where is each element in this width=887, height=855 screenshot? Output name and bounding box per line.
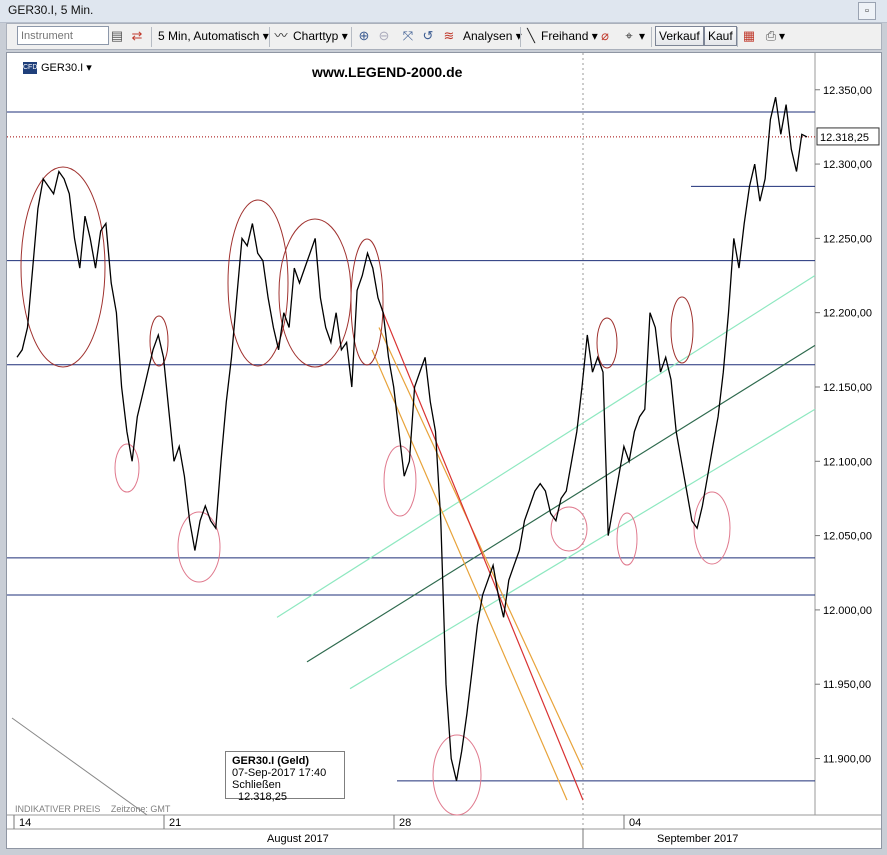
footer-note: INDIKATIVER PREIS Zeitzone: GMT — [15, 804, 178, 814]
x-tick-label: 21 — [169, 817, 181, 829]
highlight-circle — [670, 296, 694, 364]
freehand-dropdown[interactable]: Freihand ▾ — [541, 27, 598, 46]
x-axis: 14 21 28 04 August 2017 September 2017 — [13, 815, 738, 848]
instrument-name: GER30.I — [41, 62, 84, 74]
toolbar-separator — [737, 27, 738, 47]
instrument-list-icon[interactable]: ▤ — [109, 28, 125, 44]
infobox-close-value: 12.318,25 — [238, 791, 287, 803]
interval-label: 5 Min, Automatisch — [158, 29, 260, 43]
y-tick-label: 11.900,00 — [823, 754, 871, 766]
highlight-circle — [596, 317, 618, 369]
y-tick-label: 12.350,00 — [823, 85, 872, 97]
gray-trend-line — [11, 717, 148, 816]
y-tick-label: 12.200,00 — [823, 308, 872, 320]
y-tick-label: 11.950,00 — [823, 679, 871, 691]
instrument-input[interactable] — [17, 26, 109, 45]
y-tick-label: 12.250,00 — [823, 233, 872, 245]
analysis-label: Analysen — [463, 29, 513, 43]
infobox-title: GER30.I (Geld) — [232, 755, 310, 767]
crosshair-icon[interactable]: ⌖ — [621, 28, 637, 44]
price-chart[interactable]: 12.350,00 12.300,00 12.250,00 12.200,00 12.1… — [7, 53, 882, 849]
zoom-in-icon[interactable]: ⊕ — [356, 28, 372, 44]
freehand-line-icon: ╲ — [527, 28, 535, 43]
buy-button[interactable]: Kauf — [704, 26, 737, 46]
reset-icon[interactable]: ↺ — [420, 28, 436, 44]
fan-line-outer — [378, 327, 584, 770]
y-tick-label: 12.050,00 — [823, 531, 872, 543]
toolbar-separator — [151, 27, 152, 47]
line-chart-icon: 〰 — [274, 28, 288, 43]
charttype-dropdown[interactable]: Charttyp ▾ — [293, 27, 348, 46]
last-price-tag-label: 12.318,25 — [820, 132, 869, 144]
x-tick-label: 14 — [19, 817, 31, 829]
toolbar-separator — [351, 27, 352, 47]
highlight-circle — [693, 491, 731, 565]
highlight-circle — [177, 511, 221, 583]
price-infobox: GER30.I (Geld) 07-Sep-2017 17:40 Schließ… — [225, 751, 345, 803]
channel-lower — [349, 408, 816, 690]
toolbar-separator — [269, 27, 270, 47]
crosshair-dropdown[interactable]: ▾ — [639, 27, 645, 46]
x-group-label: August 2017 — [267, 833, 329, 845]
analysis-icon: ≋ — [443, 28, 455, 43]
channel-middle — [306, 344, 816, 663]
y-tick-label: 12.000,00 — [823, 605, 872, 617]
charttype-label: Charttyp — [293, 29, 339, 43]
chart-image-icon[interactable]: ▦ — [741, 28, 757, 44]
highlight-circles — [20, 166, 731, 816]
infobox-datetime: 07-Sep-2017 17:40 — [232, 767, 327, 779]
compare-icon[interactable]: ⇄ — [129, 28, 145, 44]
fan-line-inner — [371, 349, 568, 801]
analysis-dropdown[interactable]: Analysen ▾ — [463, 27, 522, 46]
zoom-out-icon[interactable]: ⊖ — [376, 28, 392, 44]
infobox-close-label: Schließen — [232, 779, 281, 791]
toolbar-separator — [651, 27, 652, 47]
fan-line-center — [381, 309, 584, 801]
y-axis-panel — [815, 53, 881, 848]
eraser-icon[interactable]: ⌀ — [597, 28, 613, 44]
print-icon[interactable]: ⎙ — [763, 28, 779, 44]
chart-drawings — [11, 275, 816, 816]
highlight-circle — [114, 443, 140, 493]
y-tick-label: 12.100,00 — [823, 456, 872, 468]
highlight-circle — [550, 506, 588, 552]
price-series — [16, 97, 808, 781]
chart-toolbar: ▤ ⇄ 5 Min, Automatisch ▾ 〰 Charttyp ▾ ⊕ … — [6, 23, 882, 50]
chart-area[interactable]: 12.350,00 12.300,00 12.250,00 12.200,00 12.1… — [6, 52, 882, 849]
y-tick-label: 12.150,00 — [823, 382, 872, 394]
indicative-price-label: INDIKATIVER PREIS — [15, 804, 101, 814]
fit-icon[interactable]: ⤧ — [400, 28, 416, 44]
website-label: www.LEGEND-2000.de — [312, 64, 463, 80]
x-tick-label: 28 — [399, 817, 411, 829]
window-titlebar: GER30.I, 5 Min. ▫ — [0, 0, 887, 23]
timezone-label: Zeitzone: GMT — [110, 804, 171, 814]
highlight-circle — [149, 315, 169, 367]
instrument-selector[interactable]: CFD GER30.I ▾ — [23, 61, 92, 75]
y-tick-label: 12.300,00 — [823, 159, 872, 171]
x-tick-label: 04 — [629, 817, 641, 829]
channel-upper — [276, 275, 816, 618]
freehand-label: Freihand — [541, 29, 589, 43]
interval-dropdown[interactable]: 5 Min, Automatisch ▾ — [158, 27, 269, 46]
highlight-circle — [383, 445, 417, 517]
window-title: GER30.I, 5 Min. — [8, 3, 94, 17]
print-dropdown[interactable]: ▾ — [779, 27, 785, 46]
highlight-circle — [20, 166, 106, 368]
chart-grid — [7, 53, 881, 848]
highlight-circle — [616, 512, 638, 566]
sell-button[interactable]: Verkauf — [655, 26, 704, 46]
price-line — [16, 97, 808, 781]
infobox-close-row: Schließen 12.318,25 — [232, 779, 338, 803]
toolbar-separator — [520, 27, 521, 47]
cfd-logo-icon: CFD — [23, 62, 37, 75]
x-group-label: September 2017 — [657, 833, 738, 845]
restore-icon[interactable]: ▫ — [858, 2, 876, 20]
